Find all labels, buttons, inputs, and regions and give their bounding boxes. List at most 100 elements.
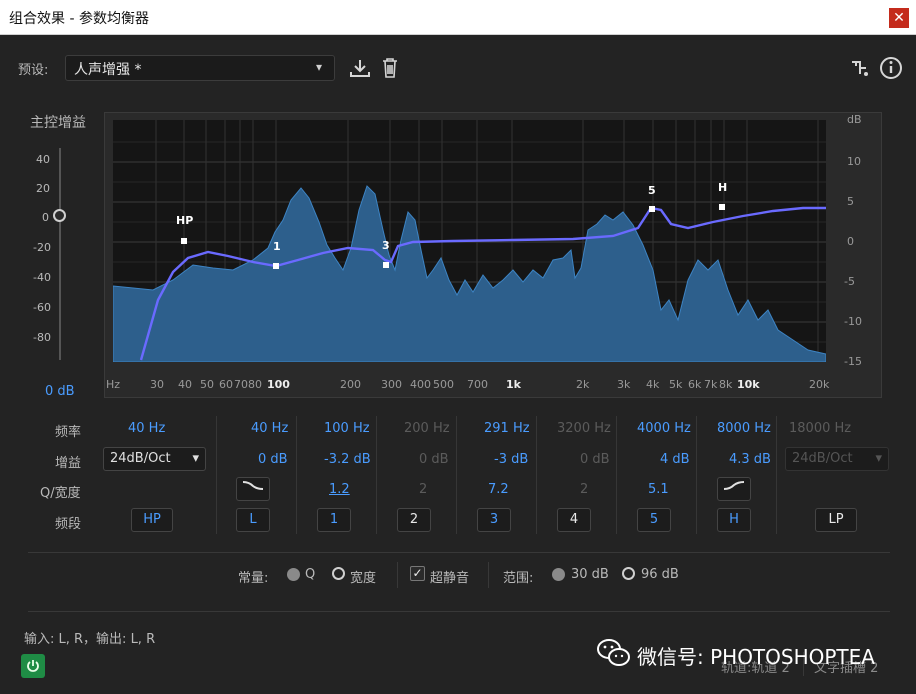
- title-bar: 组合效果 - 参数均衡器 ✕: [0, 0, 916, 35]
- info-icon[interactable]: [879, 56, 903, 80]
- master-tick: 0: [42, 211, 49, 224]
- q-row-label: Q/宽度: [40, 486, 81, 501]
- band-5-button[interactable]: 5: [637, 508, 671, 532]
- constant-q-radio[interactable]: [287, 568, 300, 581]
- range-96-radio[interactable]: [622, 567, 635, 580]
- freq-tick: 70: [234, 378, 248, 391]
- column-divider: [216, 416, 217, 534]
- delete-preset-icon[interactable]: [381, 57, 399, 79]
- band-1-node[interactable]: [273, 263, 279, 269]
- freq-tick: 500: [433, 378, 454, 391]
- node-label: 3: [382, 239, 390, 252]
- db-tick: -5: [844, 275, 855, 288]
- ultra-quiet-label: 超静音: [430, 571, 470, 586]
- band-hp-button[interactable]: HP: [131, 508, 173, 532]
- ultra-quiet-checkbox[interactable]: ✓: [410, 566, 425, 581]
- freq-tick: 80: [248, 378, 262, 391]
- range-30-label: 30 dB: [571, 567, 609, 582]
- lp-slope-dropdown[interactable]: 24dB/Oct ▾: [785, 447, 889, 471]
- lp-frequency[interactable]: 18000 Hz: [789, 421, 851, 436]
- band-1-q[interactable]: 1.2: [329, 482, 350, 497]
- separator: [488, 562, 489, 588]
- constant-width-radio[interactable]: [332, 567, 345, 580]
- power-icon: [27, 660, 39, 672]
- band-4-button[interactable]: 4: [557, 508, 591, 532]
- separator: [28, 611, 890, 612]
- band-3-q[interactable]: 7.2: [488, 482, 509, 497]
- low-shelf-type-button[interactable]: [236, 477, 270, 501]
- preset-value: 人声增强 *: [74, 62, 142, 78]
- freq-tick: 700: [467, 378, 488, 391]
- separator: [397, 562, 398, 588]
- band-4-gain[interactable]: 0 dB: [580, 452, 610, 467]
- freq-tick: 1k: [506, 378, 521, 391]
- low-shelf-gain[interactable]: 0 dB: [258, 452, 288, 467]
- band-2-button[interactable]: 2: [397, 508, 431, 532]
- freq-tick: 5k: [669, 378, 683, 391]
- db-tick: -15: [844, 355, 862, 368]
- db-tick: 5: [847, 195, 854, 208]
- constant-width-label: 宽度: [350, 571, 377, 586]
- band-4-q[interactable]: 2: [580, 482, 588, 497]
- freq-tick: 7k: [704, 378, 718, 391]
- watermark-text: 微信号: PHOTOSHOPTEA: [637, 645, 875, 669]
- eq-curve-canvas[interactable]: HP 1 3 5 H: [113, 120, 826, 362]
- close-button[interactable]: ✕: [889, 8, 909, 28]
- freq-tick: 30: [150, 378, 164, 391]
- band-5-q[interactable]: 5.1: [648, 482, 669, 497]
- freq-tick: 2k: [576, 378, 590, 391]
- band-3-gain[interactable]: -3 dB: [494, 452, 528, 467]
- band-5-frequency[interactable]: 4000 Hz: [637, 421, 691, 436]
- band-5-node[interactable]: [649, 206, 655, 212]
- band-2-gain[interactable]: 0 dB: [419, 452, 449, 467]
- freq-tick: 200: [340, 378, 361, 391]
- band-lp-button[interactable]: LP: [815, 508, 857, 532]
- power-button[interactable]: [21, 654, 45, 678]
- freq-tick: 40: [178, 378, 192, 391]
- save-preset-icon[interactable]: [349, 58, 371, 78]
- high-shelf-gain[interactable]: 4.3 dB: [729, 452, 771, 467]
- freq-tick: 50: [200, 378, 214, 391]
- preset-dropdown[interactable]: 人声增强 * ▾: [65, 55, 335, 81]
- shelf-high-icon: [723, 481, 745, 490]
- hp-node[interactable]: [181, 238, 187, 244]
- hp-frequency[interactable]: 40 Hz: [128, 421, 165, 436]
- band-2-frequency[interactable]: 200 Hz: [404, 421, 450, 436]
- low-shelf-frequency[interactable]: 40 Hz: [251, 421, 288, 436]
- chevron-down-icon: ▾: [192, 451, 199, 466]
- hp-slope-dropdown[interactable]: 24dB/Oct ▾: [103, 447, 206, 471]
- routing-icon[interactable]: [850, 58, 870, 78]
- h-node[interactable]: [719, 204, 725, 210]
- band-1-button[interactable]: 1: [317, 508, 351, 532]
- band-3-button[interactable]: 3: [477, 508, 511, 532]
- band-3-frequency[interactable]: 291 Hz: [484, 421, 530, 436]
- band-2-q[interactable]: 2: [419, 482, 427, 497]
- constant-q-label: Q: [305, 567, 316, 582]
- range-96-label: 96 dB: [641, 567, 679, 582]
- db-tick: 0: [847, 235, 854, 248]
- master-tick: -60: [33, 301, 51, 314]
- band-h-button[interactable]: H: [717, 508, 751, 532]
- freq-tick: 8k: [719, 378, 733, 391]
- freq-tick: 100: [267, 378, 290, 391]
- column-divider: [296, 416, 297, 534]
- chevron-down-icon: ▾: [316, 60, 323, 74]
- constant-label: 常量:: [238, 571, 269, 586]
- band-1-gain[interactable]: -3.2 dB: [324, 452, 371, 467]
- master-tick: 40: [36, 153, 50, 166]
- band-3-node[interactable]: [383, 262, 389, 268]
- hp-slope-value: 24dB/Oct: [110, 451, 171, 466]
- band-4-frequency[interactable]: 3200 Hz: [557, 421, 611, 436]
- high-shelf-type-button[interactable]: [717, 477, 751, 501]
- master-gain-knob[interactable]: [53, 209, 66, 222]
- shelf-low-icon: [242, 481, 264, 490]
- master-tick: -20: [33, 241, 51, 254]
- high-shelf-frequency[interactable]: 8000 Hz: [717, 421, 771, 436]
- range-30-radio[interactable]: [552, 568, 565, 581]
- band-5-gain[interactable]: 4 dB: [660, 452, 690, 467]
- column-divider: [616, 416, 617, 534]
- column-divider: [696, 416, 697, 534]
- equalizer-window: 组合效果 - 参数均衡器 ✕ 预设: 人声增强 * ▾ 主控增益 40 20 0…: [0, 0, 916, 694]
- band-l-button[interactable]: L: [236, 508, 270, 532]
- band-1-frequency[interactable]: 100 Hz: [324, 421, 370, 436]
